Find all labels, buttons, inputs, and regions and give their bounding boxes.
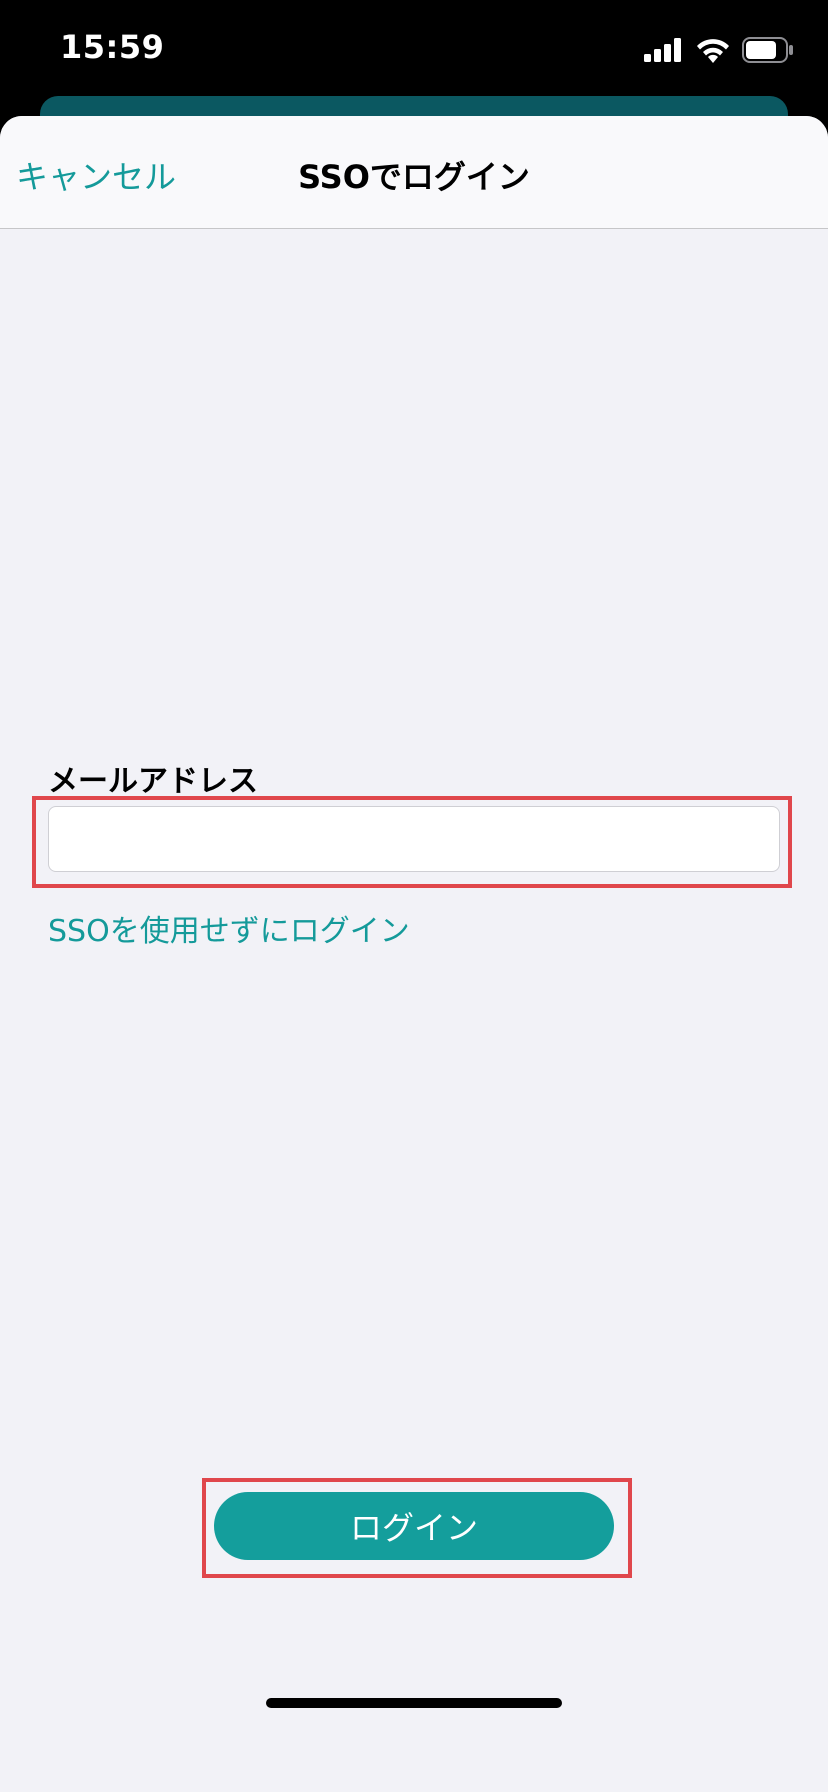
- email-input[interactable]: [48, 806, 780, 872]
- status-icons: [644, 36, 794, 64]
- wifi-icon: [697, 39, 729, 63]
- status-bar: 15:59: [0, 0, 828, 100]
- battery-icon: [742, 37, 793, 63]
- navigation-bar: キャンセル SSOでログイン: [0, 116, 828, 229]
- status-time: 15:59: [60, 28, 165, 66]
- login-without-sso-link[interactable]: SSOを使用せずにログイン: [48, 906, 410, 950]
- signal-icon: [644, 38, 681, 62]
- page-title: SSOでログイン: [298, 158, 530, 196]
- home-indicator: [266, 1698, 562, 1708]
- login-button[interactable]: ログイン: [214, 1492, 614, 1560]
- email-label: メールアドレス: [48, 764, 258, 799]
